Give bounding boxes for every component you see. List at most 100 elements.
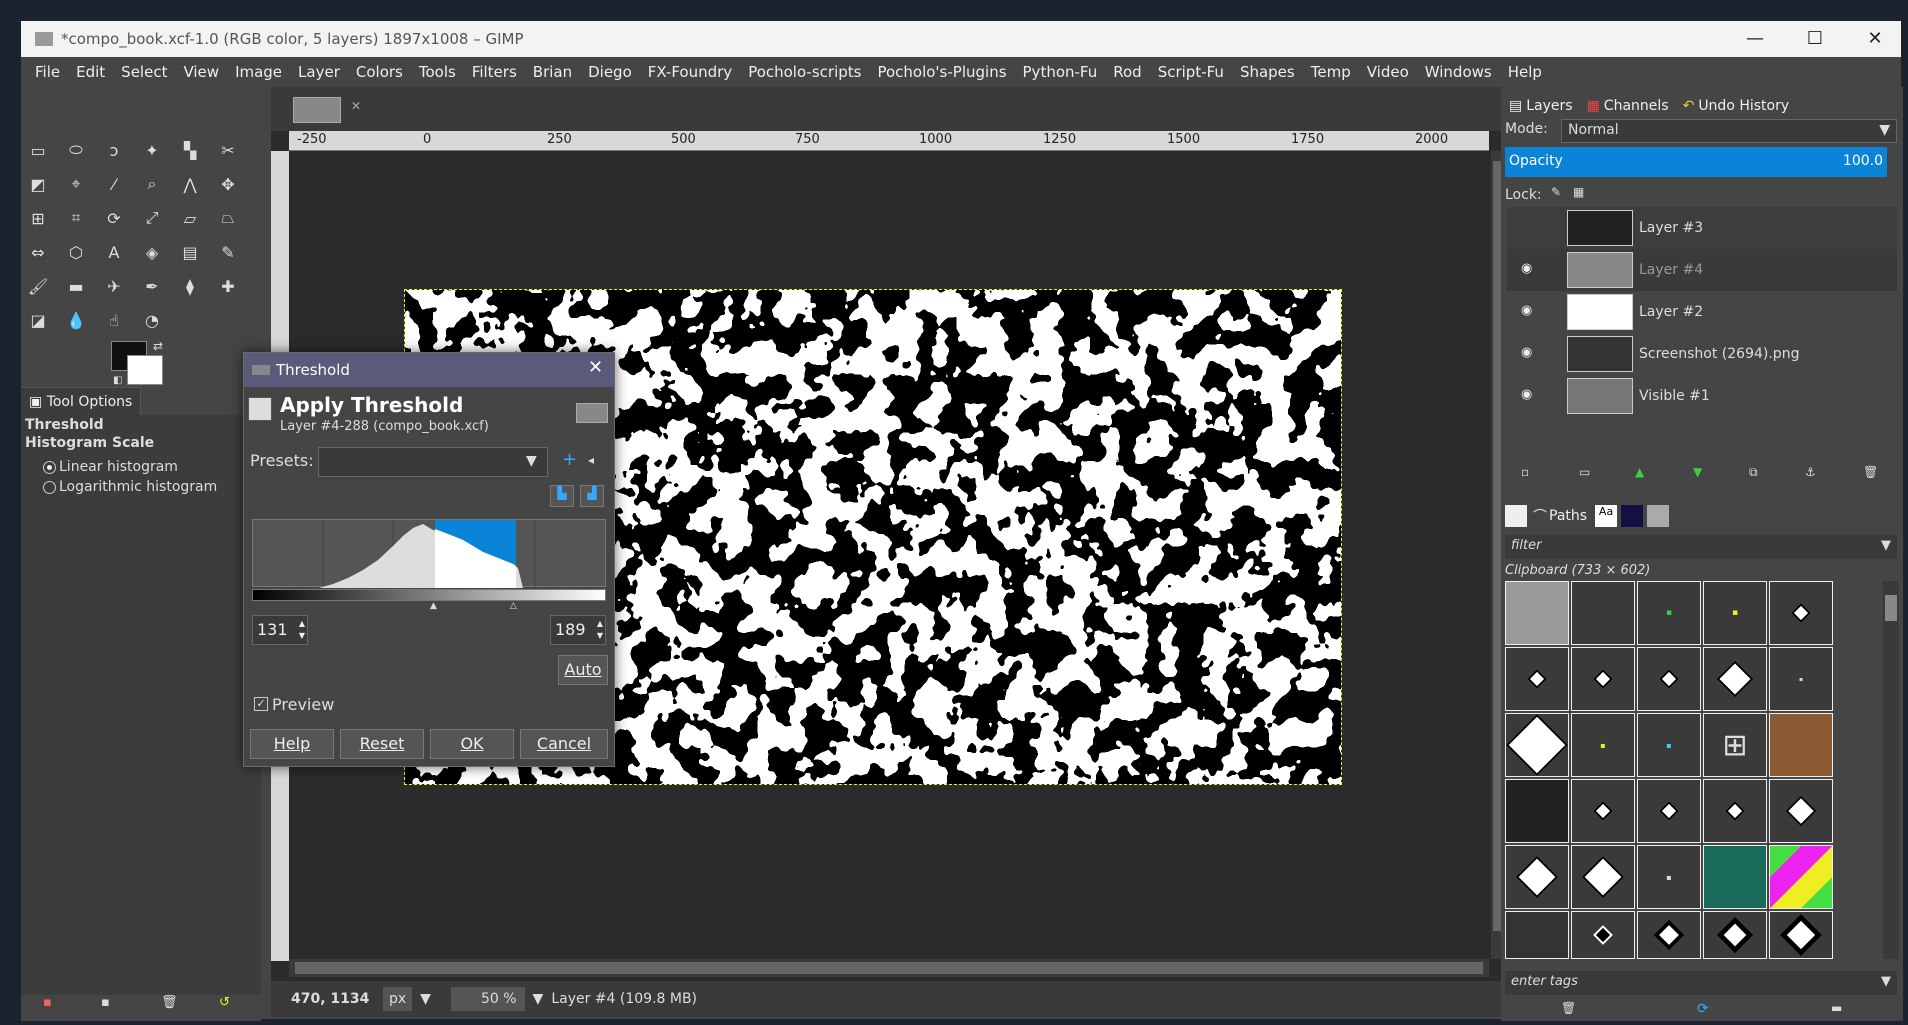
brush-cell[interactable] [1769, 713, 1833, 777]
restore-options-icon[interactable]: ▪ [101, 995, 110, 1010]
ink-icon[interactable]: ✒ [139, 273, 165, 299]
scale-icon[interactable]: ⤢ [139, 205, 165, 231]
brush-cell[interactable] [1571, 647, 1635, 711]
new-layer-icon[interactable]: ▫ [1521, 465, 1529, 479]
brushes-scroll-thumb[interactable] [1885, 595, 1897, 621]
radio-logarithmic[interactable]: Logarithmic histogram [21, 475, 261, 495]
preset-menu-icon[interactable]: ◂ [588, 453, 594, 467]
crop-icon[interactable]: ⌗ [63, 205, 89, 231]
brush-cell[interactable]: ▪ [1637, 845, 1701, 909]
menu-colors[interactable]: Colors [356, 63, 403, 81]
tool-options-tab[interactable]: ▣ Tool Options [21, 387, 141, 415]
visibility-eye-icon[interactable]: ◉ [1521, 387, 1532, 402]
menu-tools[interactable]: Tools [419, 63, 456, 81]
maximize-button[interactable]: ☐ [1785, 21, 1845, 57]
foreground-select-icon[interactable]: ◩ [25, 171, 51, 197]
horizontal-scrollbar[interactable] [289, 959, 1489, 977]
radio-log-indicator[interactable] [43, 480, 56, 494]
unit-dropdown-icon[interactable]: ▼ [420, 991, 431, 1007]
lock-pixels-icon[interactable]: ✎ [1551, 185, 1561, 199]
tab-channels[interactable]: Channels [1604, 98, 1669, 114]
menu-windows[interactable]: Windows [1425, 63, 1492, 81]
auto-button[interactable]: Auto [558, 655, 608, 685]
tags-input[interactable]: enter tags ▼ [1505, 971, 1897, 995]
brush-cell[interactable]: ▪ [1571, 713, 1635, 777]
cage-icon[interactable]: ⬡ [63, 239, 89, 265]
preview-checkbox[interactable]: ✓ [254, 697, 268, 711]
color-select-icon[interactable]: ▚ [177, 137, 203, 163]
refresh-brushes-icon[interactable]: ⟳ [1697, 1001, 1709, 1017]
menu-python-fu[interactable]: Python-Fu [1023, 63, 1098, 81]
low-threshold-input[interactable]: 131 ▲ ▼ [252, 615, 308, 645]
menu-image[interactable]: Image [235, 63, 282, 81]
measure-icon[interactable]: ⋀ [177, 171, 203, 197]
unit-select[interactable]: px [383, 987, 413, 1011]
menu-diego[interactable]: Diego [588, 63, 632, 81]
menu-video[interactable]: Video [1367, 63, 1409, 81]
visibility-eye-icon[interactable]: ◉ [1521, 345, 1532, 360]
zoom-dropdown-icon[interactable]: ▼ [533, 991, 544, 1007]
move-icon[interactable]: ✥ [215, 171, 241, 197]
layer-row[interactable]: ◉ Screenshot (2694).png [1507, 333, 1897, 375]
high-threshold-input[interactable]: 189 ▲ ▼ [550, 615, 606, 645]
menu-fx-foundry[interactable]: FX-Foundry [648, 63, 732, 81]
presets-dropdown-icon[interactable]: ▼ [526, 453, 537, 469]
image-tab-thumbnail[interactable] [293, 97, 341, 123]
visibility-eye-icon[interactable]: ◉ [1521, 303, 1532, 318]
eraser-icon[interactable]: ▬ [63, 273, 89, 299]
clone-icon[interactable]: ⧫ [177, 273, 203, 299]
reset-options-icon[interactable]: ↺ [219, 995, 230, 1010]
perspective-icon[interactable]: ⏢ [215, 205, 241, 231]
delete-layer-icon[interactable]: 🗑 [1863, 465, 1878, 479]
brush-cell[interactable] [1703, 647, 1767, 711]
presets-combo[interactable] [318, 447, 548, 477]
brush-cell[interactable] [1505, 647, 1569, 711]
close-window-button[interactable]: ✕ [1845, 21, 1905, 57]
menu-rod[interactable]: Rod [1113, 63, 1141, 81]
layer-row[interactable]: ◉ Layer #2 [1507, 291, 1897, 333]
ok-button[interactable]: OK [430, 729, 514, 759]
tags-dropdown-icon[interactable]: ▼ [1881, 974, 1891, 989]
reset-button[interactable]: Reset [340, 729, 424, 759]
open-folder-icon[interactable]: ▬ [1831, 1001, 1842, 1015]
background-color[interactable] [127, 355, 163, 385]
brush-filter-input[interactable]: filter ▼ [1505, 535, 1897, 559]
rect-select-icon[interactable]: ▭ [25, 137, 51, 163]
linear-hist-icon[interactable]: ▙ [550, 485, 574, 507]
gradients-tab-icon[interactable] [1647, 505, 1670, 527]
brush-cell[interactable] [1703, 779, 1767, 843]
lower-layer-icon[interactable]: ▼ [1693, 465, 1702, 479]
help-button[interactable]: Help [250, 729, 334, 759]
layer-row[interactable]: ◉ Visible #1 [1507, 375, 1897, 417]
high-spin-arrows[interactable]: ▲ ▼ [595, 616, 605, 644]
perspective-clone-icon[interactable]: ◪ [25, 307, 51, 333]
shear-icon[interactable]: ▱ [177, 205, 203, 231]
low-handle-icon[interactable]: ▲ [430, 601, 437, 611]
ellipse-select-icon[interactable]: ⬭ [63, 137, 89, 163]
brush-cell[interactable] [1703, 845, 1767, 909]
delete-brush-icon[interactable]: 🗑 [1561, 1001, 1576, 1015]
save-options-icon[interactable]: ▪ [43, 995, 52, 1010]
palettes-tab-icon[interactable] [1621, 505, 1644, 527]
add-preset-icon[interactable]: + [562, 449, 577, 470]
tab-paths[interactable]: Paths [1549, 508, 1587, 524]
menu-layer[interactable]: Layer [298, 63, 340, 81]
gradient-icon[interactable]: ▤ [177, 239, 203, 265]
menu-temp[interactable]: Temp [1311, 63, 1351, 81]
menu-view[interactable]: View [183, 63, 219, 81]
menu-select[interactable]: Select [121, 63, 167, 81]
menu-shapes[interactable]: Shapes [1240, 63, 1295, 81]
duplicate-layer-icon[interactable]: ⧉ [1749, 465, 1758, 480]
mode-select[interactable]: Normal ▼ [1561, 119, 1897, 143]
high-handle-icon[interactable]: △ [510, 601, 517, 611]
tab-undo-history[interactable]: Undo History [1698, 98, 1789, 114]
menu-brian[interactable]: Brian [533, 63, 572, 81]
brush-cell[interactable] [1769, 581, 1833, 645]
visibility-eye-icon[interactable]: ◉ [1521, 261, 1532, 276]
airbrush-icon[interactable]: ✈ [101, 273, 127, 299]
brushes-scrollbar[interactable] [1883, 581, 1899, 959]
dodge-burn-icon[interactable]: ◔ [139, 307, 165, 333]
brush-cell[interactable] [1571, 911, 1635, 959]
brush-cell[interactable] [1769, 911, 1833, 959]
new-group-icon[interactable]: ▭ [1579, 465, 1590, 479]
